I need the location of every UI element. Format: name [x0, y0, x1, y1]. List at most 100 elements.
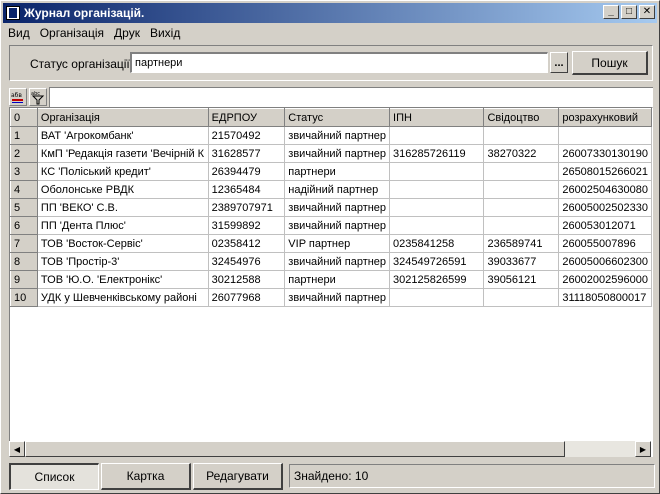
table-cell[interactable]: КС 'Поліський кредит': [37, 162, 209, 181]
table-cell[interactable]: 26394479: [208, 162, 286, 181]
table-cell[interactable]: [389, 162, 485, 181]
quick-filter-field[interactable]: [49, 87, 653, 107]
table-cell[interactable]: [389, 180, 485, 199]
menu-print[interactable]: Друк: [109, 26, 145, 40]
edit-button[interactable]: Редагувати: [193, 463, 283, 490]
column-header-organization[interactable]: Організація: [36, 108, 209, 127]
table-cell[interactable]: 31628577: [208, 144, 286, 163]
table-cell[interactable]: 324549726591: [389, 252, 485, 271]
column-header-status[interactable]: Статус: [284, 108, 391, 127]
table-cell[interactable]: звичайний партнер: [284, 198, 391, 217]
table-cell[interactable]: 26508015266021: [558, 162, 652, 181]
table-cell[interactable]: УДК у Шевченківському районі: [37, 288, 209, 307]
table-cell[interactable]: [389, 288, 485, 307]
table-row[interactable]: 4 Оболонське РВДК 12365484 надійний партнер…: [10, 180, 652, 199]
filter-button[interactable]: abc: [29, 88, 47, 106]
table-cell[interactable]: 236589741: [483, 234, 560, 253]
table-cell[interactable]: [483, 216, 560, 235]
table-row[interactable]: 5 ПП 'ВЕКО' С.В. 2389707971 звичайний партн…: [10, 198, 652, 217]
menu-organization[interactable]: Організація: [35, 26, 109, 40]
table-cell[interactable]: [483, 288, 560, 307]
table-cell[interactable]: партнери: [284, 162, 391, 181]
table-cell[interactable]: [389, 216, 485, 235]
card-button[interactable]: Картка: [101, 463, 191, 490]
row-number-cell[interactable]: 10: [10, 288, 38, 307]
table-cell[interactable]: [389, 198, 485, 217]
row-number-cell[interactable]: 5: [10, 198, 38, 217]
column-header-index[interactable]: 0: [10, 108, 38, 127]
table-cell[interactable]: ВАТ 'Агрокомбанк': [37, 126, 209, 145]
table-cell[interactable]: ТОВ 'Простір-3': [37, 252, 209, 271]
column-header-account[interactable]: розрахунковий: [558, 108, 652, 127]
table-row[interactable]: 7 ТОВ 'Восток-Сервіс' 02358412 VIP партнер 0…: [10, 234, 652, 253]
table-cell[interactable]: надійний партнер: [284, 180, 391, 199]
table-cell[interactable]: 21570492: [208, 126, 286, 145]
table-cell[interactable]: 260053012071: [558, 216, 652, 235]
table-cell[interactable]: [483, 180, 560, 199]
table-cell[interactable]: ПП 'ВЕКО' С.В.: [37, 198, 209, 217]
table-cell[interactable]: звичайний партнер: [284, 288, 391, 307]
menu-view[interactable]: Вид: [3, 26, 35, 40]
table-row[interactable]: 10 УДК у Шевченківському районі 26077968 зв…: [10, 288, 652, 307]
table-cell[interactable]: 260055007896: [558, 234, 652, 253]
table-cell[interactable]: VIP партнер: [284, 234, 391, 253]
menu-exit[interactable]: Вихід: [145, 26, 185, 40]
table-cell[interactable]: КмП 'Редакція газети 'Вечірній К: [37, 144, 209, 163]
table-row[interactable]: 6 ПП 'Дента Плюс' 31599892 звичайний партне…: [10, 216, 652, 235]
table-row[interactable]: 8 ТОВ 'Простір-3' 32454976 звичайний партне…: [10, 252, 652, 271]
minimize-button[interactable]: _: [603, 5, 619, 19]
table-cell[interactable]: звичайний партнер: [284, 126, 391, 145]
table-cell[interactable]: 26007330130190: [558, 144, 652, 163]
table-cell[interactable]: 02358412: [208, 234, 286, 253]
table-row[interactable]: 2 КмП 'Редакція газети 'Вечірній К 3162857…: [10, 144, 652, 163]
table-cell[interactable]: 30212588: [208, 270, 286, 289]
horizontal-scrollbar[interactable]: ◀ ▶: [9, 441, 651, 457]
row-number-cell[interactable]: 6: [10, 216, 38, 235]
table-cell[interactable]: 38270322: [483, 144, 560, 163]
table-cell[interactable]: 26002504630080: [558, 180, 652, 199]
row-number-cell[interactable]: 9: [10, 270, 38, 289]
list-button[interactable]: Список: [9, 463, 99, 490]
table-cell[interactable]: звичайний партнер: [284, 252, 391, 271]
table-cell[interactable]: 31118050800017: [558, 288, 652, 307]
column-header-ipn[interactable]: ІПН: [389, 108, 485, 127]
table-row[interactable]: 1 ВАТ 'Агрокомбанк' 21570492 звичайний парт…: [10, 126, 652, 145]
maximize-button[interactable]: □: [621, 5, 637, 19]
table-cell[interactable]: [389, 126, 485, 145]
table-cell[interactable]: 12365484: [208, 180, 286, 199]
row-number-cell[interactable]: 7: [10, 234, 38, 253]
table-cell[interactable]: 2389707971: [208, 198, 286, 217]
table-cell[interactable]: [483, 126, 560, 145]
row-number-cell[interactable]: 2: [10, 144, 38, 163]
column-header-edrpou[interactable]: ЕДРПОУ: [207, 108, 286, 127]
table-cell[interactable]: звичайний партнер: [284, 216, 391, 235]
scroll-left-icon[interactable]: ◀: [9, 441, 25, 457]
table-row[interactable]: 9 ТОВ 'Ю.О. 'Електронікс' 30212588 партнери…: [10, 270, 652, 289]
table-cell[interactable]: 26002002596000: [558, 270, 652, 289]
row-number-cell[interactable]: 1: [10, 126, 38, 145]
table-cell[interactable]: 302125826599: [389, 270, 485, 289]
table-cell[interactable]: партнери: [284, 270, 391, 289]
table-cell[interactable]: 39033677: [483, 252, 560, 271]
table-cell[interactable]: 26077968: [208, 288, 286, 307]
sort-button[interactable]: абв: [9, 88, 27, 106]
search-button[interactable]: Пошук: [572, 51, 648, 75]
table-cell[interactable]: 316285726119: [389, 144, 485, 163]
table-cell[interactable]: 31599892: [208, 216, 286, 235]
table-cell[interactable]: [483, 162, 560, 181]
table-cell[interactable]: ПП 'Дента Плюс': [37, 216, 209, 235]
table-cell[interactable]: ТОВ 'Восток-Сервіс': [37, 234, 209, 253]
table-cell[interactable]: 0235841258: [389, 234, 485, 253]
table-cell[interactable]: [558, 126, 652, 145]
table-cell[interactable]: 32454976: [208, 252, 286, 271]
column-header-certificate[interactable]: Свідоцтво: [483, 108, 560, 127]
table-cell[interactable]: [483, 198, 560, 217]
scroll-right-icon[interactable]: ▶: [635, 441, 651, 457]
status-input[interactable]: партнери: [130, 52, 548, 73]
browse-button[interactable]: ...: [550, 52, 568, 73]
table-cell[interactable]: звичайний партнер: [284, 144, 391, 163]
row-number-cell[interactable]: 4: [10, 180, 38, 199]
table-cell[interactable]: 26005002502330: [558, 198, 652, 217]
table-cell[interactable]: 26005006602300: [558, 252, 652, 271]
table-cell[interactable]: ТОВ 'Ю.О. 'Електронікс': [37, 270, 209, 289]
